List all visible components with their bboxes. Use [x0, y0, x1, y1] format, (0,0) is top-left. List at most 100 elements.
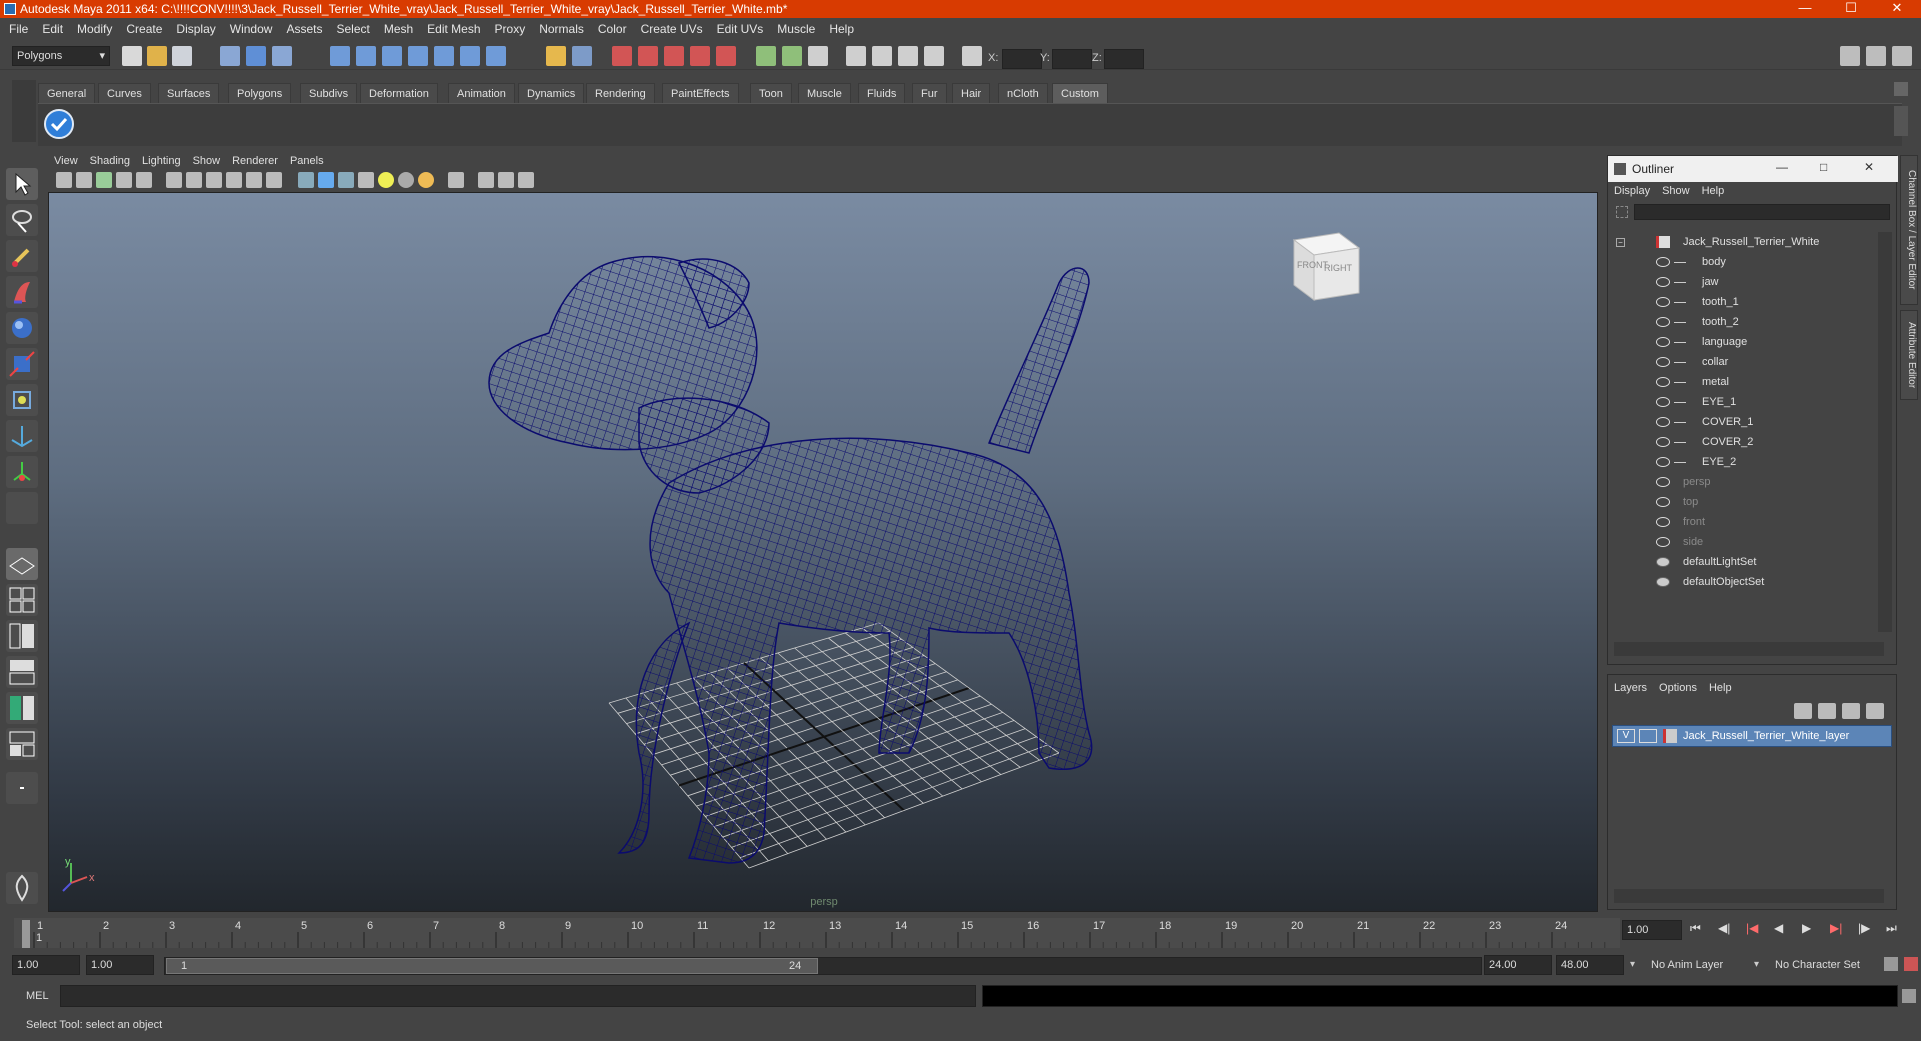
shelf-tab-muscle[interactable]: Muscle: [798, 83, 851, 103]
outliner-item-mesh[interactable]: COVER_1: [1608, 412, 1878, 432]
make-live-icon[interactable]: [434, 46, 454, 66]
hypershade-persp-layout-icon[interactable]: [6, 692, 38, 724]
outliner-item-camera[interactable]: persp: [1608, 472, 1878, 492]
render-settings-icon[interactable]: [664, 46, 684, 66]
step-forward-icon[interactable]: |▶: [1858, 921, 1870, 935]
outliner-item-camera[interactable]: side: [1608, 532, 1878, 552]
select-hierarchy-icon[interactable]: [220, 46, 240, 66]
attribute-editor-icon[interactable]: [846, 46, 866, 66]
rotate-tool-icon[interactable]: [6, 312, 38, 344]
absolute-transform-icon[interactable]: [808, 46, 828, 66]
shelf-tab-fur[interactable]: Fur: [912, 83, 947, 103]
outliner-vertical-scrollbar[interactable]: [1878, 232, 1892, 632]
outliner-item-mesh[interactable]: EYE_2: [1608, 452, 1878, 472]
layer-color-swatch[interactable]: [1663, 729, 1677, 743]
selection-highlight-icon[interactable]: [572, 46, 592, 66]
xray-joints-icon[interactable]: [498, 172, 514, 188]
character-set-dropdown[interactable]: No Character Set: [1770, 955, 1880, 975]
z-coord-field[interactable]: [1104, 49, 1144, 69]
all-lights-icon[interactable]: [398, 172, 414, 188]
layers-menu-help[interactable]: Help: [1703, 679, 1738, 697]
current-time-indicator[interactable]: [22, 920, 30, 948]
shelf-tab-surfaces[interactable]: Surfaces: [158, 83, 220, 103]
rename-icon[interactable]: [782, 46, 802, 66]
collapse-icon[interactable]: −: [1616, 238, 1625, 247]
layers-menu-layers[interactable]: Layers: [1608, 679, 1653, 697]
ipr-render-icon[interactable]: [638, 46, 658, 66]
step-back-key-icon[interactable]: |◀: [1746, 921, 1758, 935]
shelf-menu-handle[interactable]: [12, 80, 36, 142]
input-line-icon[interactable]: [756, 46, 776, 66]
shelf-tab-toon[interactable]: Toon: [750, 83, 792, 103]
outliner-maximize-button[interactable]: □: [1820, 160, 1827, 174]
close-button[interactable]: ✕: [1874, 0, 1920, 18]
shelf-tab-subdivs[interactable]: Subdivs: [300, 83, 358, 103]
shelf-tab-curves[interactable]: Curves: [98, 83, 151, 103]
playback-start-field[interactable]: 1.00: [86, 955, 154, 975]
outliner-item-mesh[interactable]: collar: [1608, 352, 1878, 372]
checkmark-icon[interactable]: [44, 109, 74, 139]
single-perspective-layout-icon[interactable]: [6, 548, 38, 580]
view-cube[interactable]: FRONT RIGHT: [1292, 232, 1361, 301]
outliner-menu-show[interactable]: Show: [1656, 182, 1696, 200]
layer-display-type-toggle[interactable]: [1639, 729, 1657, 743]
outliner-item-set[interactable]: defaultLightSet: [1608, 552, 1878, 572]
wireframe-on-shaded-icon[interactable]: [338, 172, 354, 188]
outliner-filter-field[interactable]: [1634, 204, 1890, 220]
shelf-tab-ncloth[interactable]: nCloth: [998, 83, 1048, 103]
menu-create-uvs[interactable]: Create UVs: [634, 18, 710, 40]
y-coord-field[interactable]: [1052, 49, 1092, 69]
go-to-start-icon[interactable]: ⏮: [1690, 921, 1701, 936]
new-empty-layer-icon[interactable]: [1842, 703, 1860, 719]
menu-normals[interactable]: Normals: [532, 18, 591, 40]
scale-tool-icon[interactable]: [6, 348, 38, 380]
snap-plane-icon[interactable]: [408, 46, 428, 66]
snap-point-icon[interactable]: [382, 46, 402, 66]
menu-assets[interactable]: Assets: [279, 18, 329, 40]
outliner-item-mesh[interactable]: jaw: [1608, 272, 1878, 292]
show-hide-attribute-editor-icon[interactable]: [1840, 46, 1860, 66]
show-hide-channel-box-icon[interactable]: [1892, 46, 1912, 66]
go-to-end-icon[interactable]: ⏭: [1886, 921, 1897, 936]
shelf-tab-fluids[interactable]: Fluids: [858, 83, 906, 103]
shelf-tab-deformation[interactable]: Deformation: [360, 83, 438, 103]
viewport-menu-renderer[interactable]: Renderer: [226, 152, 284, 170]
step-forward-key-icon[interactable]: ▶|: [1830, 921, 1842, 935]
camera-attributes-icon[interactable]: [76, 172, 92, 188]
menu-modify[interactable]: Modify: [70, 18, 119, 40]
menu-color[interactable]: Color: [591, 18, 634, 40]
menu-mesh[interactable]: Mesh: [377, 18, 420, 40]
anim-layer-dropdown[interactable]: No Anim Layer: [1646, 955, 1756, 975]
snap-grid-icon[interactable]: [330, 46, 350, 66]
menu-set-dropdown[interactable]: Polygons ▾: [12, 46, 110, 66]
field-chart-icon[interactable]: [226, 172, 242, 188]
lock-icon[interactable]: [546, 46, 566, 66]
snap-curve-icon[interactable]: [356, 46, 376, 66]
viewport-menu-view[interactable]: View: [48, 152, 84, 170]
move-layer-up-icon[interactable]: [1794, 703, 1812, 719]
viewport-menu-panels[interactable]: Panels: [284, 152, 330, 170]
step-back-icon[interactable]: ◀|: [1718, 921, 1730, 935]
safe-title-icon[interactable]: [266, 172, 282, 188]
custom-layout-icon[interactable]: [6, 772, 38, 804]
maximize-button[interactable]: ☐: [1828, 0, 1874, 18]
menu-proxy[interactable]: Proxy: [488, 18, 533, 40]
shadows-icon[interactable]: [418, 172, 434, 188]
lasso-tool-icon[interactable]: [6, 204, 38, 236]
show-hide-tool-settings-icon[interactable]: [1866, 46, 1886, 66]
viewport-menu-show[interactable]: Show: [187, 152, 227, 170]
command-language-label[interactable]: MEL: [26, 990, 49, 1002]
play-backwards-icon[interactable]: ◀: [1774, 921, 1783, 935]
shelf-tab-rendering[interactable]: Rendering: [586, 83, 655, 103]
camera-select-icon[interactable]: [56, 172, 72, 188]
playback-end-field[interactable]: 24.00: [1484, 955, 1552, 975]
perspective-viewport[interactable]: FRONT RIGHT y x persp: [48, 192, 1598, 912]
persp-outliner-layout-icon[interactable]: [6, 620, 38, 652]
shelf-tab-polygons[interactable]: Polygons: [228, 83, 292, 103]
outliner-item-mesh[interactable]: language: [1608, 332, 1878, 352]
persp-graph-hypergraph-layout-icon[interactable]: [6, 728, 38, 760]
outliner-item-mesh[interactable]: COVER_2: [1608, 432, 1878, 452]
shelf-tab-hair[interactable]: Hair: [952, 83, 991, 103]
menu-window[interactable]: Window: [223, 18, 280, 40]
shelf-tab-dynamics[interactable]: Dynamics: [518, 83, 585, 103]
